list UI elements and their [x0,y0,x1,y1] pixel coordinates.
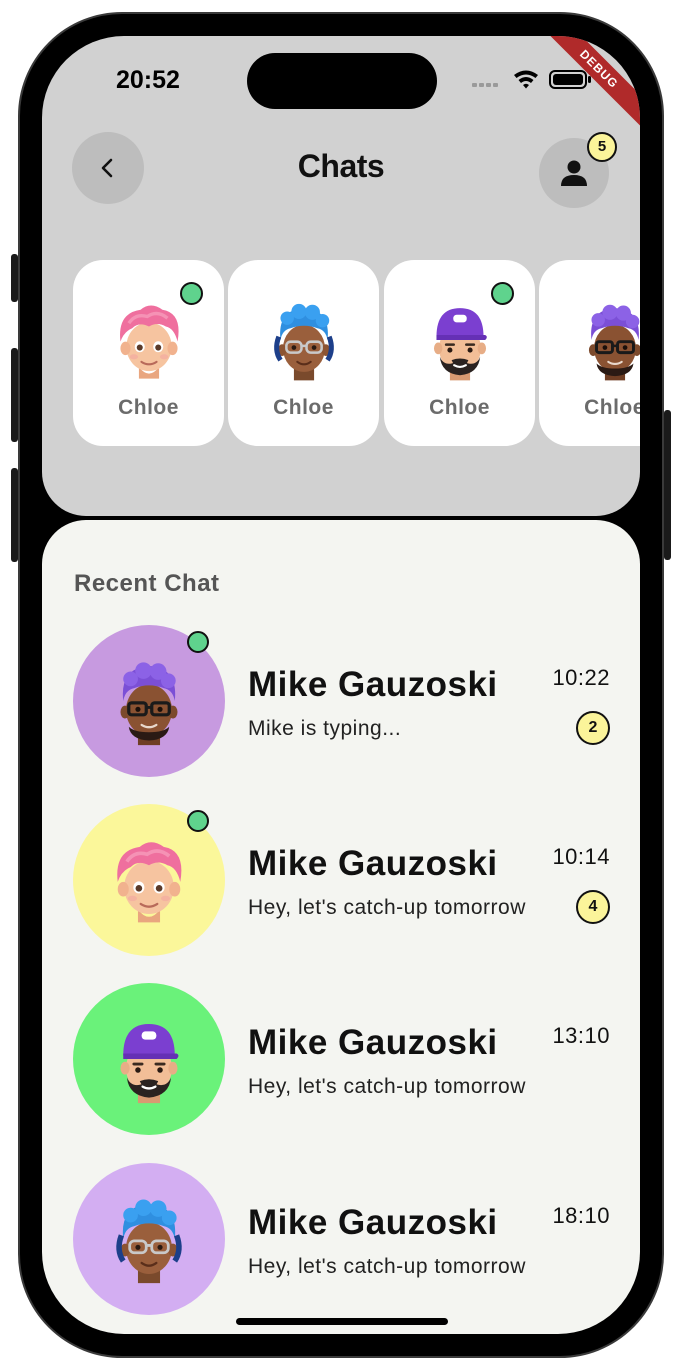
contact-name: Mike Gauzoski [248,665,498,704]
unread-badge: 2 [576,711,610,745]
chat-row[interactable]: Mike Gauzoski Hey, let's catch-up tomorr… [42,1163,640,1315]
avatar [573,298,640,382]
avatar [262,298,346,382]
battery-icon [549,70,591,89]
story-card[interactable]: Chloe [73,260,224,446]
volume-down-button [11,468,18,562]
contact-name: Mike Gauzoski [248,1203,498,1242]
avatar [73,983,225,1135]
avatar-image [103,1193,195,1285]
message-preview: Hey, let's catch-up tomorrow [248,1075,526,1098]
online-indicator [187,631,209,653]
volume-up-button [11,348,18,442]
story-name: Chloe [429,396,490,419]
avatar-image [103,834,195,926]
story-card[interactable]: Chloe [539,260,640,446]
stories-row[interactable]: Chloe Chloe Chloe Chloe [73,260,640,446]
notification-badge: 5 [587,132,617,162]
online-indicator [180,282,203,305]
header-panel: 20:52 DEBUG Chats 5 Chloe Chloe Chloe Ch… [42,36,640,516]
chat-row[interactable]: Mike Gauzoski Hey, let's catch-up tomorr… [42,804,640,956]
dynamic-island [247,53,437,109]
avatar [107,298,191,382]
message-time: 18:10 [552,1203,610,1228]
chat-row[interactable]: Mike Gauzoski Mike is typing... 10:22 2 [42,625,640,777]
wifi-icon [514,70,538,89]
chat-row[interactable]: Mike Gauzoski Hey, let's catch-up tomorr… [42,983,640,1135]
online-indicator [187,810,209,832]
story-name: Chloe [118,396,179,419]
message-time: 10:22 [552,665,610,690]
story-card[interactable]: Chloe [228,260,379,446]
message-preview: Hey, let's catch-up tomorrow [248,1255,526,1278]
avatar [418,298,502,382]
story-card[interactable]: Chloe [384,260,535,446]
section-title: Recent Chat [74,570,220,597]
message-preview: Mike is typing... [248,717,402,740]
status-time: 20:52 [116,66,180,94]
story-name: Chloe [584,396,640,419]
online-indicator [491,282,514,305]
message-time: 13:10 [552,1023,610,1048]
contact-name: Mike Gauzoski [248,1023,498,1062]
avatar-image [103,655,195,747]
app-screen: 20:52 DEBUG Chats 5 Chloe Chloe Chloe Ch… [42,36,640,1334]
message-time: 10:14 [552,844,610,869]
home-indicator[interactable] [236,1318,448,1325]
action-button [11,254,18,302]
unread-badge: 4 [576,890,610,924]
message-preview: Hey, let's catch-up tomorrow [248,896,526,919]
power-button [664,410,671,560]
story-name: Chloe [273,396,334,419]
avatar [73,1163,225,1315]
cellular-signal-icon [472,83,498,87]
contact-name: Mike Gauzoski [248,844,498,883]
avatar-image [103,1013,195,1105]
person-icon [561,160,587,186]
